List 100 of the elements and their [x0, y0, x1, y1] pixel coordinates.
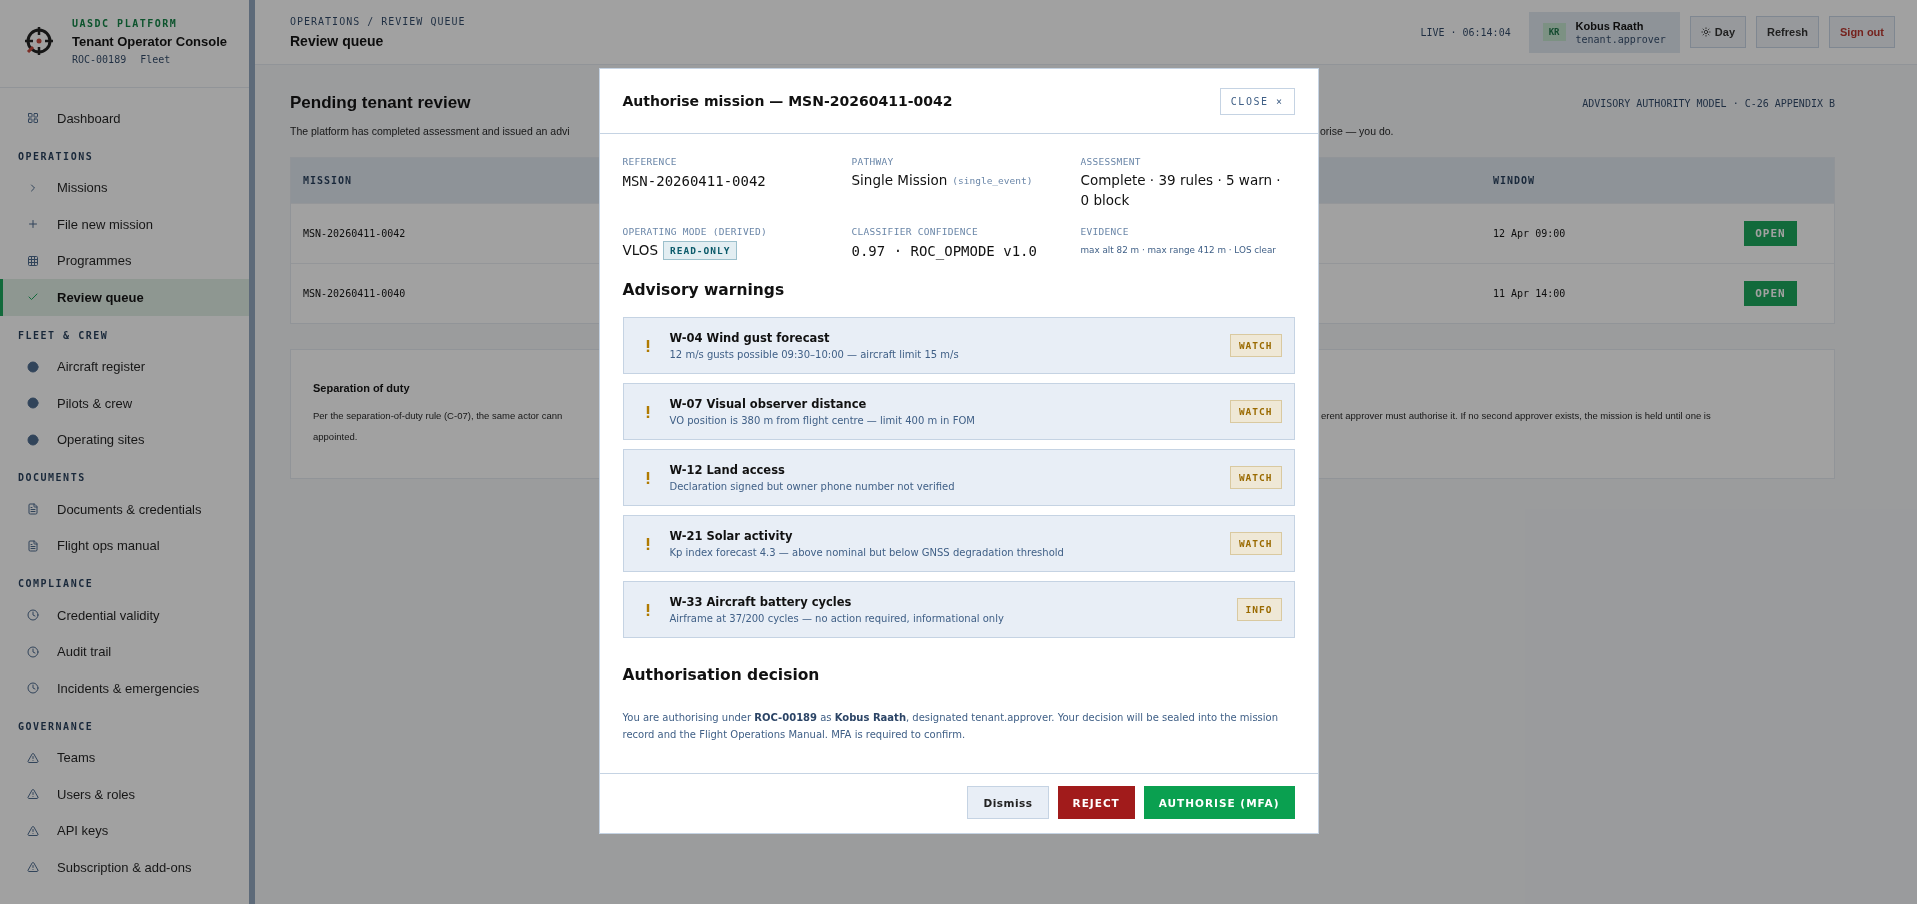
nav-label: File new mission	[57, 216, 154, 232]
plus-icon	[27, 218, 39, 231]
table-cell-text: MSN-20260411-0042	[303, 228, 407, 239]
close-button[interactable]: CLOSE ×	[1219, 87, 1295, 115]
user-initials: KR	[1542, 23, 1566, 41]
nav-label: Credential validity	[57, 607, 160, 623]
clock-icon	[27, 645, 39, 658]
field-label: REFERENCE	[622, 156, 678, 167]
nav-item[interactable]: Flight ops manual	[0, 527, 249, 564]
nav-item[interactable]: Dashboard	[0, 100, 249, 137]
nav-section-heading: OPERATIONS	[17, 149, 95, 164]
user-chip[interactable]: KR Kobus Raath tenant.approver	[1528, 11, 1680, 53]
console-title: Tenant Operator Console	[72, 34, 228, 49]
severity-tag: WATCH	[1229, 400, 1282, 424]
exclamation-icon	[645, 537, 650, 550]
nav-label: Operating sites	[57, 432, 145, 448]
warning-detail: 12 m/s gusts possible 09:30–10:00 — aircraft limit 15 m/s	[669, 349, 960, 361]
intro-text: The platform has completed assessment and issued an advi	[290, 125, 570, 137]
severity-tag: WATCH	[1229, 466, 1282, 490]
document-icon	[27, 503, 39, 516]
warning-title: W-07 Visual observer distance	[669, 397, 868, 412]
theme-toggle[interactable]: Day	[1689, 16, 1747, 48]
platform-kicker: UASDC PLATFORM	[72, 18, 179, 29]
triangle-icon	[27, 824, 39, 837]
nav-label: Flight ops manual	[57, 538, 160, 554]
nav-section-heading: DOCUMENTS	[17, 471, 87, 485]
warning-detail: VO position is 380 m from flight centre — limit 400 m in FOM	[669, 415, 976, 427]
exclamation-icon	[645, 471, 650, 484]
tenant-meta: ROC-00189	[72, 54, 127, 65]
triangle-icon	[27, 861, 39, 874]
nav-item[interactable]: Review queue	[0, 279, 249, 316]
nav-label: Programmes	[57, 253, 132, 269]
page-title: Review queue	[290, 32, 385, 49]
column-header: WINDOW	[1493, 175, 1537, 186]
field-label: OPERATING MODE (DERIVED)	[622, 226, 768, 238]
nav-label: Subscription & add-ons	[57, 859, 192, 875]
tenant-meta: Fleet	[140, 54, 171, 65]
severity-tag: WATCH	[1229, 532, 1282, 556]
warning-title: W-33 Aircraft battery cycles	[669, 595, 853, 610]
nav-label: Teams	[57, 750, 96, 766]
user-role: tenant.approver	[1575, 33, 1666, 45]
field-value: 0.97 · ROC_OPMODE v1.0	[851, 242, 1037, 262]
card-text: appointed.	[313, 431, 358, 442]
model-note: ADVISORY AUTHORITY MODEL · C-26 APPENDIX B	[1582, 97, 1835, 109]
field-label: ASSESSMENT	[1080, 156, 1142, 167]
nav-item[interactable]: Subscription & add-ons	[0, 849, 249, 886]
field-note: (single_event)	[952, 175, 1033, 187]
sign-out-button[interactable]: Sign out	[1829, 16, 1895, 48]
field-value: Complete · 39 rules · 5 warn · 0 block	[1080, 171, 1282, 210]
dot-icon	[27, 360, 39, 373]
section-heading: Authorisation decision	[622, 666, 821, 685]
nav-label: Users & roles	[57, 786, 136, 802]
field-value: Single Mission	[851, 171, 948, 190]
grid-icon	[27, 254, 39, 267]
nav-item[interactable]: API keys	[0, 812, 249, 849]
exclamation-icon	[645, 339, 650, 352]
card-title: Separation of duty	[313, 382, 411, 394]
exclamation-icon	[645, 603, 650, 616]
user-name: Kobus Raath	[1575, 19, 1645, 32]
warning-detail: Kp index forecast 4.3 — above nominal but below GNSS degradation threshold	[669, 547, 1065, 559]
refresh-button[interactable]: Refresh	[1756, 16, 1819, 48]
nav-item[interactable]: Documents & credentials	[0, 491, 249, 528]
nav-section-heading: GOVERNANCE	[17, 719, 95, 734]
nav-label: Aircraft register	[57, 359, 146, 375]
mode-badge: READ-ONLY	[663, 241, 738, 261]
nav-item[interactable]: Missions	[0, 169, 249, 206]
field-label: EVIDENCE	[1080, 226, 1130, 238]
exclamation-icon	[645, 405, 650, 418]
warning-title: W-21 Solar activity	[669, 529, 794, 544]
section-title: Pending tenant review	[290, 93, 471, 113]
nav-label: Dashboard	[57, 110, 121, 126]
field-label: PATHWAY	[851, 156, 895, 167]
nav-item[interactable]: Pilots & crew	[0, 385, 249, 422]
document-icon	[27, 539, 39, 552]
dot-icon	[27, 433, 39, 446]
nav-item[interactable]: Programmes	[0, 242, 249, 279]
nav-label: Incidents & emergencies	[57, 680, 200, 696]
nav-item[interactable]: Credential validity	[0, 597, 249, 634]
dismiss-button[interactable]: Dismiss	[967, 786, 1049, 820]
nav-item[interactable]: Aircraft register	[0, 348, 249, 385]
field-label: CLASSIFIER CONFIDENCE	[851, 226, 979, 238]
decision-text: You are authorising under ROC-00189 as Kobus Raath, designated tenant.approver. Your decision will be sealed into the mission record and the Flight Operations Manual. MFA is required to confirm.	[622, 711, 1280, 742]
nav-label: Review queue	[57, 289, 144, 305]
breadcrumb: OPERATIONS / REVIEW QUEUE	[290, 15, 466, 27]
table-cell-text: 12 Apr 09:00	[1493, 228, 1567, 239]
nav-item[interactable]: Audit trail	[0, 633, 249, 670]
nav-item[interactable]: Users & roles	[0, 776, 249, 813]
nav-label: Missions	[57, 180, 108, 196]
card-text: erent approver must authorise it. If no second approver exists, the mission is held until one is	[1321, 410, 1711, 421]
nav-item[interactable]: Incidents & emergencies	[0, 670, 249, 707]
intro-text: orise — you do.	[1320, 125, 1394, 137]
nav-item[interactable]: File new mission	[0, 206, 249, 243]
dot-icon	[27, 397, 39, 410]
nav-item[interactable]: Operating sites	[0, 421, 249, 458]
nav-item[interactable]: Teams	[0, 739, 249, 776]
field-value: max alt 82 m · max range 412 m · LOS clear	[1080, 244, 1276, 257]
reject-button[interactable]: REJECT	[1057, 786, 1135, 820]
nav-label: API keys	[57, 823, 109, 839]
grid-icon	[27, 112, 39, 125]
clock-icon	[27, 609, 39, 622]
